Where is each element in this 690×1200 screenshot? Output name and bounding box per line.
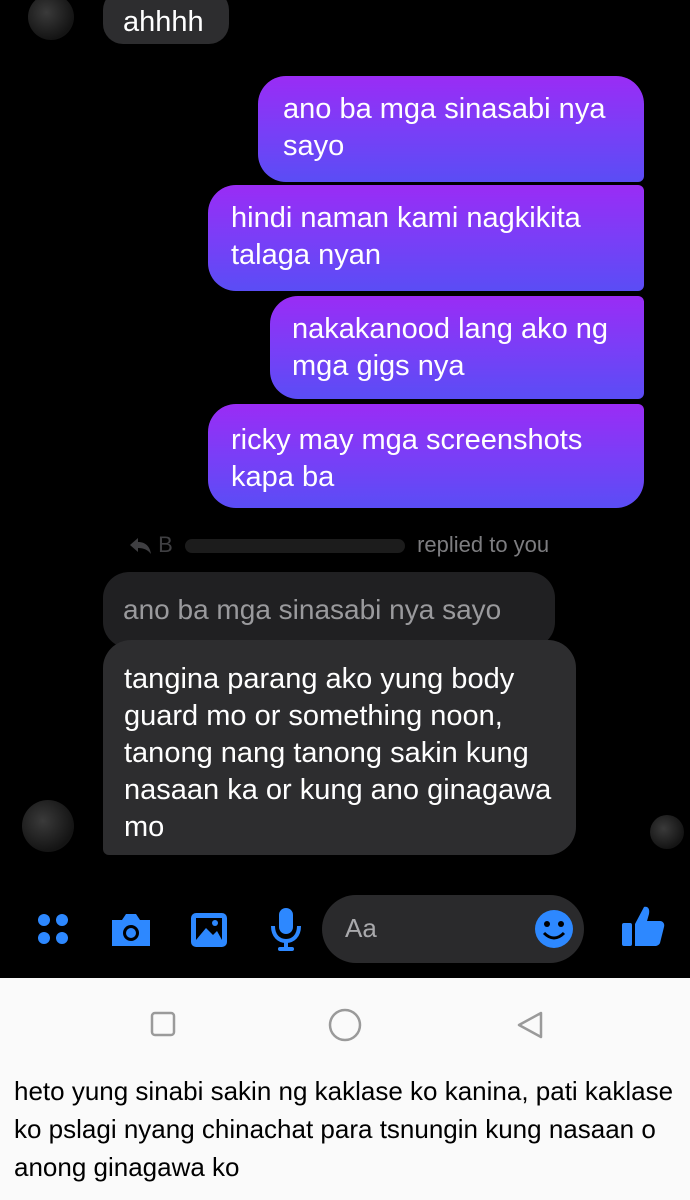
quoted-message[interactable]: ano ba mga sinasabi nya sayo [103,572,555,648]
message-text: ahhhh [123,6,204,38]
emoji-icon[interactable] [533,908,575,950]
back-triangle-icon[interactable] [515,1010,545,1040]
contact-avatar[interactable] [22,800,74,852]
message-text: hindi naman kami nagkikita talaga nyan [231,202,581,271]
message-bubble-outgoing[interactable]: hindi naman kami nagkikita talaga nyan [208,185,644,291]
menu-dots-icon[interactable] [34,910,74,950]
contact-avatar-top[interactable] [28,0,74,40]
system-navigation-bar [0,978,690,1070]
message-input-placeholder: Aa [345,913,377,943]
chat-screen: ahhhh ano ba mga sinasabi nya sayo hindi… [0,0,690,978]
reply-sender-initial: B [158,532,173,557]
camera-icon[interactable] [108,910,154,950]
message-text: ano ba mga sinasabi nya sayo [283,93,606,162]
reply-header-text: replied to you [417,532,550,557]
message-bubble-outgoing[interactable]: nakakanood lang ako ng mga gigs nya [270,296,644,399]
reply-header: B replied to you [128,532,549,558]
message-text: tangina parang ako yung body guard mo or… [124,663,552,843]
seen-receipt-avatar [650,815,684,849]
message-bubble-incoming[interactable]: ahhhh [103,0,229,44]
reply-arrow-icon [130,538,151,555]
redacted-sender-name [184,539,405,554]
message-bubble-outgoing[interactable]: ricky may mga screenshots kapa ba [208,404,644,508]
message-text: ricky may mga screenshots kapa ba [231,424,583,493]
gallery-icon[interactable] [188,910,230,950]
recents-square-icon[interactable] [150,1011,176,1037]
message-bubble-incoming-reply[interactable]: tangina parang ako yung body guard mo or… [103,640,576,855]
quoted-text: ano ba mga sinasabi nya sayo [123,594,502,625]
home-circle-icon[interactable] [327,1007,363,1043]
message-bubble-outgoing[interactable]: ano ba mga sinasabi nya sayo [258,76,644,182]
post-caption: heto yung sinabi sakin ng kaklase ko kan… [14,1076,674,1182]
thumbs-up-icon[interactable] [620,903,666,949]
message-text: nakakanood lang ako ng mga gigs nya [292,313,609,382]
microphone-icon[interactable] [270,906,302,952]
